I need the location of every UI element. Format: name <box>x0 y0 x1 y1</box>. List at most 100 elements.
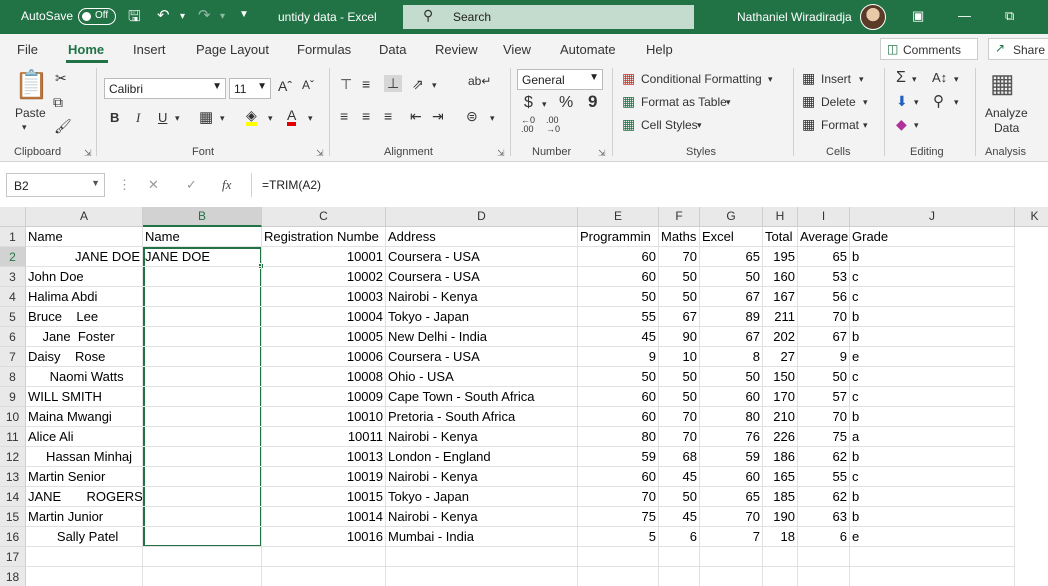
percent-button[interactable]: % <box>559 94 573 112</box>
number-format-dropdown[interactable]: General ▼ <box>517 69 603 90</box>
cell-a8[interactable]: Naomi Watts <box>26 367 143 387</box>
row-header[interactable]: 13 <box>0 467 26 487</box>
cell-h4[interactable]: 167 <box>763 287 798 307</box>
cell-d15[interactable]: Nairobi - Kenya <box>386 507 578 527</box>
cell-e10[interactable]: 60 <box>578 407 659 427</box>
cell-g10[interactable]: 80 <box>700 407 763 427</box>
cell-f9[interactable]: 50 <box>659 387 700 407</box>
cell-i11[interactable]: 75 <box>798 427 850 447</box>
cell-c9[interactable]: 10009 <box>262 387 386 407</box>
cell-e15[interactable]: 75 <box>578 507 659 527</box>
tab-view[interactable]: View <box>503 42 531 57</box>
increase-font-icon[interactable]: Aˆ <box>278 78 292 94</box>
cell-d12[interactable]: London - England <box>386 447 578 467</box>
italic-button[interactable]: I <box>136 110 140 126</box>
merge-center-icon[interactable]: ⊜ <box>466 108 478 125</box>
column-header-a[interactable]: A <box>26 207 143 227</box>
enter-icon[interactable]: ✓ <box>186 177 197 193</box>
row-header[interactable]: 11 <box>0 427 26 447</box>
cell-d14[interactable]: Tokyo - Japan <box>386 487 578 507</box>
borders-dropdown-icon[interactable]: ▾ <box>220 113 225 124</box>
redo-icon[interactable]: ↷ <box>198 6 211 24</box>
tab-insert[interactable]: Insert <box>133 42 166 57</box>
clear-dropdown-icon[interactable]: ▾ <box>914 120 919 131</box>
cell-f3[interactable]: 50 <box>659 267 700 287</box>
cell-h11[interactable]: 226 <box>763 427 798 447</box>
save-icon[interactable]: 🖫 <box>128 6 141 31</box>
minimize-icon[interactable]: — <box>958 8 971 23</box>
cell-h7[interactable]: 27 <box>763 347 798 367</box>
cell-h17[interactable] <box>763 547 798 567</box>
cell-i17[interactable] <box>798 547 850 567</box>
increase-decimal-icon[interactable]: ←0.00 <box>521 116 535 134</box>
cell-d7[interactable]: Coursera - USA <box>386 347 578 367</box>
undo-icon[interactable]: ↶ <box>157 6 170 24</box>
cell-c10[interactable]: 10010 <box>262 407 386 427</box>
cell-a11[interactable]: Alice Ali <box>26 427 143 447</box>
cell-h5[interactable]: 211 <box>763 307 798 327</box>
cell-i9[interactable]: 57 <box>798 387 850 407</box>
cell-c15[interactable]: 10014 <box>262 507 386 527</box>
autosave-toggle[interactable]: Off <box>78 8 116 25</box>
row-header[interactable]: 16 <box>0 527 26 547</box>
fill-color-dropdown-icon[interactable]: ▾ <box>268 113 273 124</box>
cell-g6[interactable]: 67 <box>700 327 763 347</box>
cell-f13[interactable]: 45 <box>659 467 700 487</box>
cell-i15[interactable]: 63 <box>798 507 850 527</box>
cell-c17[interactable] <box>262 547 386 567</box>
cell-b5[interactable] <box>143 307 262 327</box>
cell-f15[interactable]: 45 <box>659 507 700 527</box>
cell-i18[interactable] <box>798 567 850 586</box>
cell-b14[interactable] <box>143 487 262 507</box>
row-header[interactable]: 8 <box>0 367 26 387</box>
tab-formulas[interactable]: Formulas <box>297 42 351 57</box>
cell-i3[interactable]: 53 <box>798 267 850 287</box>
cell-g17[interactable] <box>700 547 763 567</box>
currency-button[interactable]: $ <box>524 94 533 112</box>
cell-e12[interactable]: 59 <box>578 447 659 467</box>
comma-style-button[interactable]: 9 <box>588 92 597 112</box>
currency-dropdown-icon[interactable]: ▾ <box>542 99 547 110</box>
table-dropdown-icon[interactable]: ▾ <box>726 97 731 108</box>
cell-c14[interactable]: 10015 <box>262 487 386 507</box>
delete-cells-icon[interactable]: ▦ <box>802 93 815 110</box>
cell-e14[interactable]: 70 <box>578 487 659 507</box>
sort-filter-icon[interactable]: A↕ <box>932 70 947 85</box>
font-launcher-icon[interactable]: ⇲ <box>316 148 324 159</box>
row-header[interactable]: 14 <box>0 487 26 507</box>
cell-e6[interactable]: 45 <box>578 327 659 347</box>
cell-j16[interactable]: e <box>850 527 1015 547</box>
cell-g2[interactable]: 65 <box>700 247 763 267</box>
cell-g15[interactable]: 70 <box>700 507 763 527</box>
cell-c11[interactable]: 10011 <box>262 427 386 447</box>
cell-g1[interactable]: Excel <box>700 227 763 247</box>
cell-i10[interactable]: 70 <box>798 407 850 427</box>
comments-button[interactable]: ◫ Comments <box>880 38 978 60</box>
cell-i5[interactable]: 70 <box>798 307 850 327</box>
cell-j10[interactable]: b <box>850 407 1015 427</box>
align-center-icon[interactable]: ≡ <box>362 108 370 124</box>
column-header-e[interactable]: E <box>578 207 659 227</box>
cell-f5[interactable]: 67 <box>659 307 700 327</box>
cell-j14[interactable]: b <box>850 487 1015 507</box>
insert-dropdown-icon[interactable]: ▾ <box>859 74 864 85</box>
tab-page-layout[interactable]: Page Layout <box>196 42 269 57</box>
cell-d9[interactable]: Cape Town - South Africa <box>386 387 578 407</box>
cell-styles-button[interactable]: Cell Styles <box>641 118 698 132</box>
cell-f17[interactable] <box>659 547 700 567</box>
decrease-indent-icon[interactable]: ⇤ <box>410 108 422 125</box>
cell-d3[interactable]: Coursera - USA <box>386 267 578 287</box>
cell-h16[interactable]: 18 <box>763 527 798 547</box>
cell-a13[interactable]: Martin Senior <box>26 467 143 487</box>
cell-e7[interactable]: 9 <box>578 347 659 367</box>
cell-e5[interactable]: 55 <box>578 307 659 327</box>
cell-b15[interactable] <box>143 507 262 527</box>
column-header-g[interactable]: G <box>700 207 763 227</box>
cell-d6[interactable]: New Delhi - India <box>386 327 578 347</box>
cell-c3[interactable]: 10002 <box>262 267 386 287</box>
cell-d2[interactable]: Coursera - USA <box>386 247 578 267</box>
cell-e8[interactable]: 50 <box>578 367 659 387</box>
row-header[interactable]: 9 <box>0 387 26 407</box>
row-header[interactable]: 17 <box>0 547 26 567</box>
cell-a10[interactable]: Maina Mwangi <box>26 407 143 427</box>
